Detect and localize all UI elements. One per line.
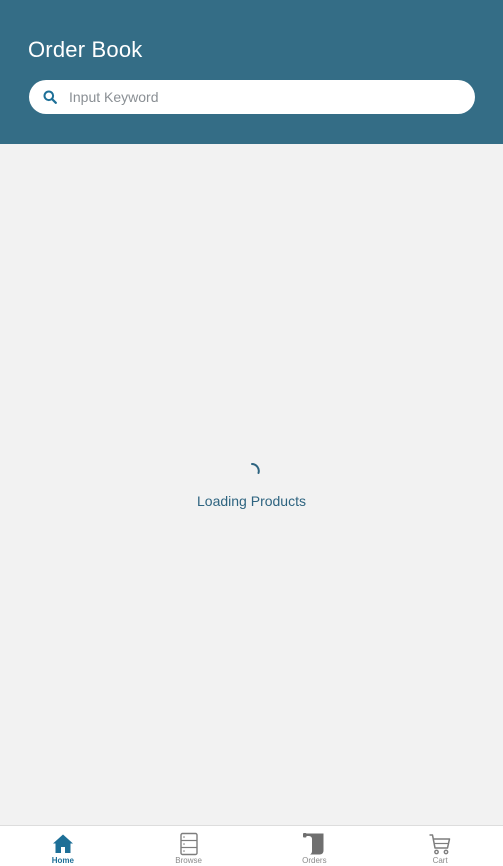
header: Order Book bbox=[0, 0, 503, 144]
search-bar[interactable] bbox=[29, 80, 475, 114]
search-icon[interactable] bbox=[43, 90, 57, 104]
tab-home[interactable]: Home bbox=[0, 826, 126, 866]
loading-spinner-icon bbox=[251, 463, 260, 474]
orders-icon bbox=[303, 833, 324, 855]
bottom-tab-bar: Home Browse Orders Cart bbox=[0, 825, 503, 866]
search-input[interactable] bbox=[69, 80, 459, 114]
tab-home-label: Home bbox=[51, 856, 74, 865]
browse-icon bbox=[179, 832, 198, 856]
tab-orders-label: Orders bbox=[302, 856, 327, 865]
tab-orders[interactable]: Orders bbox=[252, 826, 378, 866]
product-list-area: Loading Products bbox=[0, 144, 503, 826]
tab-browse-label: Browse bbox=[175, 856, 202, 865]
cart-icon bbox=[429, 834, 451, 855]
app-root: Order Book Loading Products Home bbox=[0, 0, 503, 866]
loading-text: Loading Products bbox=[197, 493, 306, 509]
tab-cart-label: Cart bbox=[432, 856, 448, 865]
tab-cart[interactable]: Cart bbox=[377, 826, 503, 866]
tab-browse[interactable]: Browse bbox=[126, 826, 252, 866]
home-icon bbox=[52, 834, 73, 853]
page-title: Order Book bbox=[28, 37, 143, 62]
